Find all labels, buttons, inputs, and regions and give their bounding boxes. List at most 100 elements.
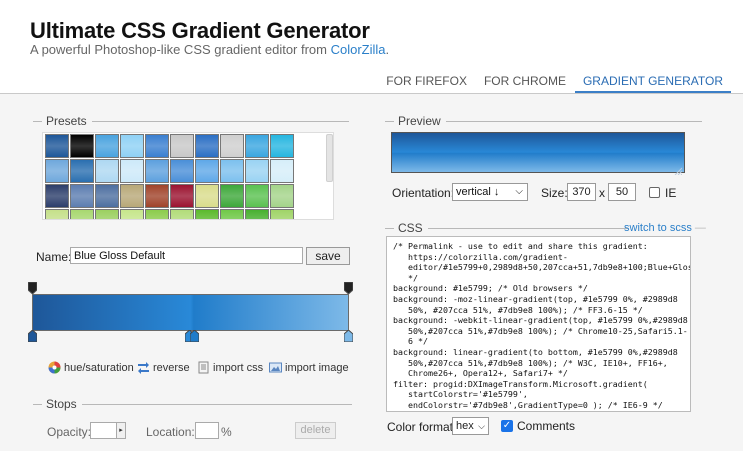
name-label: Name:	[36, 250, 72, 264]
chevron-down-icon: ⌵	[478, 421, 485, 431]
color-stop-100[interactable]	[344, 330, 353, 342]
preview-width-input[interactable]: 370	[567, 183, 596, 201]
preset-swatch[interactable]	[195, 134, 219, 158]
colorzilla-link[interactable]: ColorZilla	[331, 42, 386, 57]
subtitle-text: A powerful Photoshop-like CSS gradient e…	[30, 42, 331, 57]
preset-swatch[interactable]	[70, 159, 94, 183]
location-input[interactable]	[195, 422, 219, 439]
preset-swatch[interactable]	[195, 159, 219, 183]
document-icon	[197, 361, 210, 374]
opacity-stop-left[interactable]	[28, 282, 37, 294]
switch-to-scss-link[interactable]: switch to scss —	[624, 222, 706, 234]
preset-swatch[interactable]	[95, 134, 119, 158]
orientation-select[interactable]: vertical ↓ ⌵	[452, 183, 528, 201]
color-wheel-icon	[48, 361, 61, 374]
preset-swatch[interactable]	[70, 184, 94, 208]
color-stop-0[interactable]	[28, 330, 37, 342]
resize-grip-icon[interactable]	[674, 162, 683, 176]
tab-gradient-generator[interactable]: GRADIENT GENERATOR	[574, 73, 731, 93]
preset-swatch[interactable]	[195, 184, 219, 208]
css-legend: CSS	[385, 221, 628, 235]
gradient-preview[interactable]	[391, 132, 685, 176]
preview-height-input[interactable]: 50	[608, 183, 636, 201]
save-button[interactable]: save	[306, 247, 350, 265]
preset-swatch[interactable]	[270, 134, 294, 158]
preset-swatch[interactable]	[220, 159, 244, 183]
subtitle-suffix: .	[385, 42, 390, 57]
presets-legend: Presets	[33, 114, 349, 128]
preset-swatch[interactable]	[170, 159, 194, 183]
percent-sign: %	[221, 425, 232, 439]
delete-stop-button[interactable]: delete	[295, 422, 336, 439]
preset-swatch[interactable]	[170, 209, 194, 219]
comments-checkbox[interactable]: ✓	[501, 420, 513, 432]
stops-title: Stops	[46, 397, 77, 411]
css-title: CSS	[398, 221, 423, 235]
preset-swatch[interactable]	[270, 184, 294, 208]
reverse-button[interactable]: reverse	[137, 361, 190, 374]
opacity-input[interactable]: ▸	[90, 422, 126, 439]
preset-swatch[interactable]	[245, 184, 269, 208]
presets-title: Presets	[46, 114, 87, 128]
tab-for-chrome[interactable]: FOR CHROME	[476, 73, 574, 93]
preset-swatch[interactable]	[45, 209, 69, 219]
preset-swatch[interactable]	[45, 159, 69, 183]
presets-scrollbar[interactable]	[326, 134, 333, 182]
opacity-label: Opacity:	[47, 425, 92, 439]
import-image-button[interactable]: import image	[269, 361, 349, 374]
preset-swatch[interactable]	[170, 134, 194, 158]
gradient-name-input[interactable]	[70, 247, 303, 264]
preview-title: Preview	[398, 114, 441, 128]
preset-swatch[interactable]	[95, 159, 119, 183]
preset-swatch[interactable]	[145, 159, 169, 183]
opacity-stop-right[interactable]	[344, 282, 353, 294]
tab-for-firefox[interactable]: FOR FIREFOX	[378, 73, 475, 93]
orientation-value: vertical ↓	[456, 186, 500, 198]
preset-swatch[interactable]	[95, 209, 119, 219]
preset-swatch[interactable]	[120, 209, 144, 219]
preview-legend: Preview	[385, 114, 702, 128]
preset-swatch[interactable]	[195, 209, 219, 219]
size-separator: x	[599, 186, 605, 200]
hue-saturation-button[interactable]: hue/saturation	[48, 361, 134, 374]
preset-swatch[interactable]	[245, 159, 269, 183]
preset-swatch[interactable]	[220, 209, 244, 219]
color-format-select[interactable]: hex ⌵	[452, 417, 489, 435]
preset-swatch[interactable]	[120, 184, 144, 208]
color-stop-51[interactable]	[190, 330, 199, 342]
preset-swatch[interactable]	[245, 134, 269, 158]
hue-saturation-label: hue/saturation	[64, 361, 134, 374]
preset-swatch[interactable]	[170, 184, 194, 208]
header: Ultimate CSS Gradient Generator A powerf…	[0, 0, 743, 94]
preset-swatch[interactable]	[145, 184, 169, 208]
ie-checkbox[interactable]	[649, 187, 660, 198]
color-format-label: Color format:	[387, 420, 457, 434]
size-label: Size:	[541, 186, 568, 200]
opacity-arrow-icon[interactable]: ▸	[116, 423, 125, 438]
preset-swatch[interactable]	[220, 134, 244, 158]
preset-swatch[interactable]	[220, 184, 244, 208]
chevron-down-icon: ⌵	[515, 186, 523, 197]
css-code-output[interactable]: /* Permalink - use to edit and share thi…	[386, 236, 691, 412]
preset-swatch[interactable]	[270, 209, 294, 219]
preset-swatch[interactable]	[70, 209, 94, 219]
preset-swatch[interactable]	[120, 159, 144, 183]
page-title: Ultimate CSS Gradient Generator	[30, 18, 370, 43]
preset-swatch[interactable]	[245, 209, 269, 219]
preset-swatch[interactable]	[120, 134, 144, 158]
preset-swatch[interactable]	[270, 159, 294, 183]
preset-swatch[interactable]	[70, 134, 94, 158]
comments-label: Comments	[517, 419, 576, 433]
import-image-label: import image	[285, 361, 349, 374]
top-nav: FOR FIREFOX FOR CHROME GRADIENT GENERATO…	[377, 73, 731, 93]
preset-swatch[interactable]	[45, 134, 69, 158]
preset-swatch[interactable]	[95, 184, 119, 208]
preset-swatch[interactable]	[145, 209, 169, 219]
reverse-label: reverse	[153, 361, 190, 374]
gradient-editor-bar[interactable]	[32, 294, 349, 331]
import-css-button[interactable]: import css	[197, 361, 263, 374]
preset-swatch[interactable]	[45, 184, 69, 208]
preset-swatch[interactable]	[145, 134, 169, 158]
presets-grid	[42, 132, 334, 220]
orientation-label: Orientation:	[392, 186, 455, 200]
